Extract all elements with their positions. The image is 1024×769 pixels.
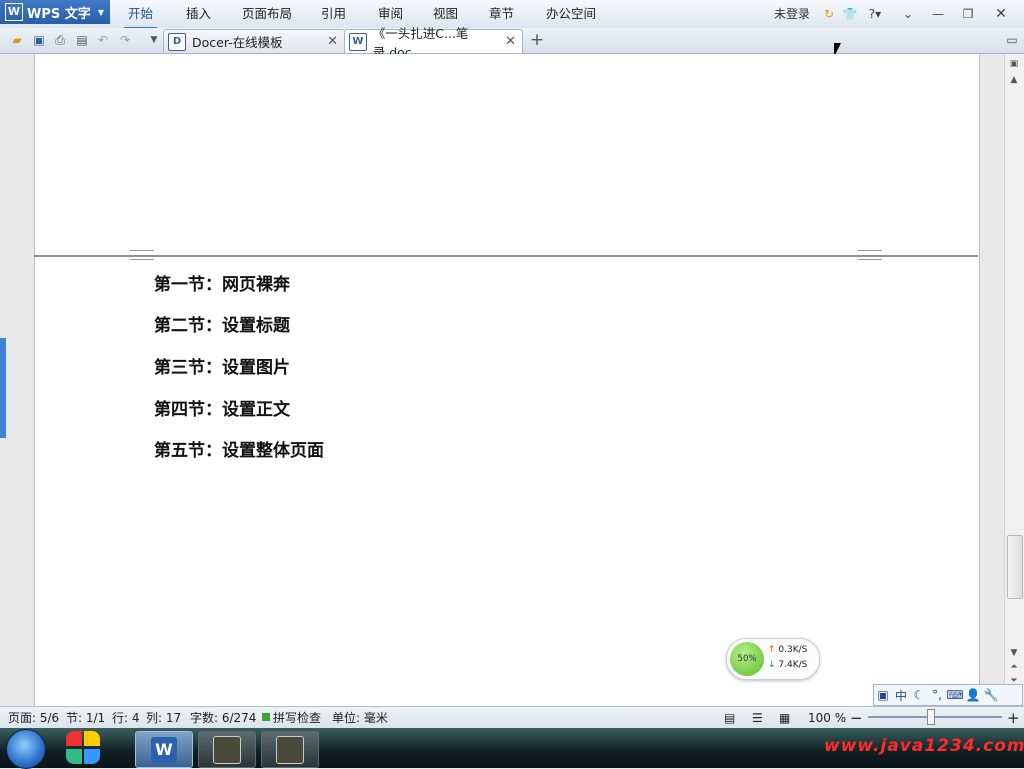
spell-check-icon — [262, 713, 270, 721]
status-row: 行: 4 — [112, 711, 140, 725]
picasa-petal-blue — [84, 749, 100, 764]
docer-icon: D — [168, 32, 186, 51]
zoom-level[interactable]: 100 % — [808, 707, 846, 729]
undo-icon[interactable]: ↶ — [95, 32, 111, 48]
zoom-slider[interactable] — [868, 716, 1002, 718]
picasa-petal-green — [66, 749, 82, 764]
status-section: 节: 1/1 — [66, 711, 106, 725]
save-icon[interactable]: ▣ — [31, 32, 47, 48]
picasa-petal-yellow — [84, 731, 100, 746]
minimize-icon[interactable]: — — [930, 6, 946, 22]
wrench-icon[interactable]: 🔧 — [982, 688, 1000, 702]
ribbon-toggle-icon[interactable]: ▭ — [1004, 32, 1020, 48]
vertical-scrollbar[interactable] — [1004, 54, 1024, 706]
page-break-divider — [34, 255, 978, 257]
picasa-icon[interactable] — [66, 731, 102, 765]
chevron-down-icon[interactable]: ⌄ — [900, 6, 916, 22]
scroll-thumb[interactable] — [1007, 535, 1023, 599]
zoom-in-icon[interactable]: + — [1007, 707, 1020, 729]
watermark-text: www.java1234.com — [824, 736, 1024, 756]
skin-icon[interactable]: ↻ — [821, 6, 837, 22]
picasa-petal-red — [66, 731, 82, 746]
margin-marker-right — [858, 250, 882, 260]
margin-marker-left — [130, 250, 154, 260]
status-spell-check[interactable]: 拼写检查 — [273, 707, 321, 729]
upload-value: 0.3K/S — [778, 645, 808, 655]
heading-1: 第一节：网页裸奔 — [154, 275, 290, 295]
menu-home[interactable]: 开始 — [124, 0, 158, 29]
keyboard-icon[interactable]: ⌨ — [946, 688, 964, 702]
heading-2: 第二节：设置标题 — [154, 316, 290, 336]
tab-docer[interactable]: D Docer-在线模板 ✕ — [163, 29, 345, 53]
tab-label: Docer-在线模板 — [192, 35, 283, 50]
ime-toolbar[interactable]: ▣ 中 ☾ °, ⌨ 👤 🔧 — [873, 684, 1023, 706]
taskbar-app-3[interactable] — [261, 731, 319, 768]
upload-speed: ↑ 0.3K/S — [768, 645, 807, 655]
wps-writer-icon: W — [151, 736, 177, 763]
page-view-icon[interactable]: ▤ — [724, 707, 735, 729]
scroll-up-icon[interactable]: ▲ — [1007, 74, 1021, 86]
download-value: 7.4K/S — [778, 660, 808, 670]
zoom-slider-thumb[interactable] — [926, 709, 935, 725]
arrow-down-icon: ↓ — [768, 660, 776, 670]
status-col: 列: 17 — [146, 711, 182, 725]
heading-5: 第五节：设置整体页面 — [154, 441, 324, 461]
status-unit[interactable]: 单位: 毫米 — [332, 707, 388, 729]
heading-3: 第三节：设置图片 — [154, 358, 290, 378]
punctuation-icon[interactable]: °, — [928, 688, 946, 702]
close-tab-icon[interactable]: ✕ — [505, 34, 516, 49]
menu-office-space[interactable]: 办公空间 — [542, 0, 600, 27]
app-window-icon — [213, 735, 241, 764]
customize-toolbar-icon[interactable]: ▼ — [146, 32, 162, 48]
taskbar-app-2[interactable] — [198, 731, 256, 768]
new-tab-icon[interactable]: + — [529, 32, 545, 49]
zoom-out-icon[interactable]: − — [850, 707, 863, 729]
close-tab-icon[interactable]: ✕ — [327, 34, 338, 49]
web-view-icon[interactable]: ▦ — [779, 707, 790, 729]
arrow-up-icon: ↑ — [768, 645, 776, 655]
prev-page-icon[interactable]: ⏶ — [1007, 661, 1021, 673]
status-page[interactable]: 页面: 5/6 — [8, 707, 59, 729]
user-icon[interactable]: 👤 — [964, 688, 982, 702]
scroll-settings-icon[interactable]: ▣ — [1007, 58, 1021, 70]
caret-down-icon: ▼ — [97, 7, 104, 17]
heading-4: 第四节：设置正文 — [154, 400, 290, 420]
moon-icon[interactable]: ☾ — [910, 688, 928, 702]
word-doc-icon: W — [349, 32, 367, 51]
start-button[interactable] — [6, 729, 46, 769]
menu-page-layout[interactable]: 页面布局 — [238, 0, 296, 27]
taskbar-wps-writer[interactable]: W — [135, 731, 193, 768]
login-link[interactable]: 未登录 — [774, 0, 810, 27]
close-icon[interactable]: ✕ — [993, 6, 1009, 22]
shirt-icon[interactable]: 👕 — [842, 6, 858, 22]
app-menu-button[interactable]: W WPS 文字 ▼ — [0, 0, 110, 24]
open-folder-icon[interactable]: ▰ — [9, 32, 25, 48]
ime-chinese-mode[interactable]: 中 — [892, 687, 910, 704]
ime-logo-icon[interactable]: ▣ — [874, 688, 892, 702]
status-word-count[interactable]: 字数: 6/274 — [190, 707, 256, 729]
scroll-down-icon[interactable]: ▼ — [1007, 647, 1021, 659]
tab-document[interactable]: W 《一头扎进C...笔录.doc ✕ — [344, 26, 523, 60]
recorder-icon — [276, 735, 304, 764]
menu-references[interactable]: 引用 — [317, 0, 350, 27]
outline-view-icon[interactable]: ☰ — [752, 707, 763, 729]
menu-insert[interactable]: 插入 — [182, 0, 215, 27]
document-page[interactable] — [34, 54, 980, 706]
restore-icon[interactable]: ❐ — [960, 6, 976, 22]
print-icon[interactable]: ⎙ — [52, 32, 68, 48]
print-preview-icon[interactable]: ▤ — [74, 32, 90, 48]
app-name: WPS 文字 — [27, 6, 91, 22]
memory-usage-circle: 50% — [730, 642, 764, 676]
wps-logo-icon: W — [5, 3, 23, 21]
help-icon[interactable]: ?▾ — [864, 6, 886, 22]
side-panel-toggle[interactable] — [0, 338, 6, 438]
download-speed: ↓ 7.4K/S — [768, 660, 807, 670]
redo-icon[interactable]: ↷ — [117, 32, 133, 48]
